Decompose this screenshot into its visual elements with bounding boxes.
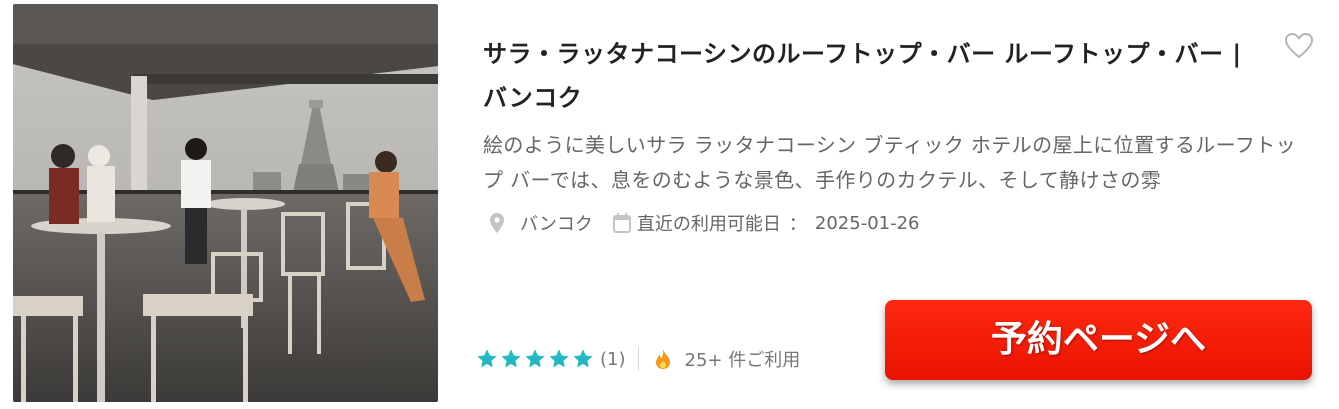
location-text: バンコク bbox=[520, 214, 593, 235]
activity-card[interactable]: サラ・ラッタナコーシンのルーフトップ・バー ルーフトップ・バー |バンコク 絵の… bbox=[0, 0, 1339, 409]
calendar-icon bbox=[612, 213, 631, 233]
star-icon bbox=[501, 349, 521, 368]
star-icon bbox=[573, 349, 593, 368]
rating-row: (1) 25+ 件ご利用 bbox=[476, 344, 800, 374]
rooftop-bar-photo[interactable] bbox=[13, 4, 438, 402]
activity-description: 絵のように美しいサラ ラッタナコーシン ブティック ホテルの屋上に位置するルーフ… bbox=[483, 133, 1297, 192]
star-icon bbox=[549, 349, 569, 368]
flame-icon bbox=[655, 349, 670, 369]
usage-count: 25+ 件ご利用 bbox=[684, 350, 801, 371]
activity-meta: バンコク 直近の利用可能日 ： 2025-01-26 bbox=[490, 208, 920, 238]
map-pin-icon bbox=[490, 213, 504, 233]
rating-stars bbox=[476, 348, 596, 370]
book-page-button[interactable]: 予約ページへ bbox=[885, 300, 1312, 380]
review-count: (1) bbox=[600, 348, 626, 370]
activity-title[interactable]: サラ・ラッタナコーシンのルーフトップ・バー ルーフトップ・バー |バンコク bbox=[483, 32, 1253, 120]
heart-outline-icon[interactable] bbox=[1283, 30, 1315, 62]
availability-separator: ： bbox=[788, 214, 807, 235]
rating-divider bbox=[637, 347, 639, 371]
star-icon bbox=[477, 349, 497, 368]
availability-label: 直近の利用可能日 bbox=[636, 214, 781, 235]
availability-date: 2025-01-26 bbox=[814, 212, 920, 234]
star-icon bbox=[525, 349, 545, 368]
